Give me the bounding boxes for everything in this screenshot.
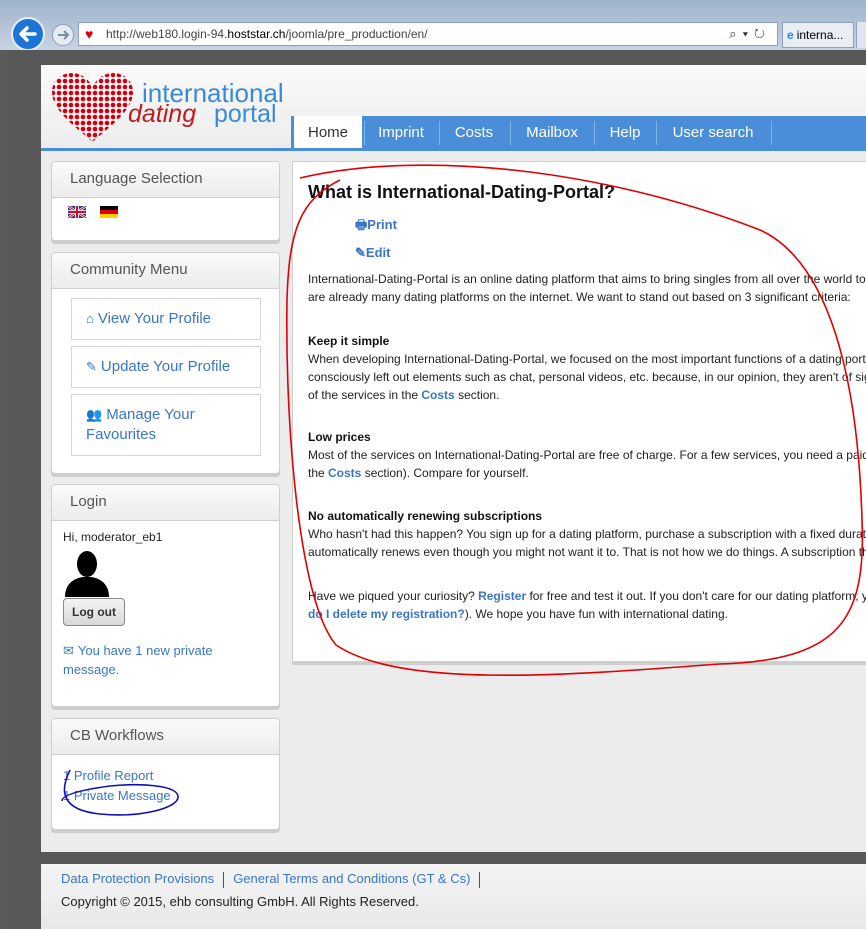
article-intro: International-Dating-Portal is an online… [308, 270, 866, 306]
german-flag-icon[interactable] [100, 206, 118, 218]
costs-link[interactable]: Costs [421, 388, 454, 402]
data-protection-link[interactable]: Data Protection Provisions [61, 871, 214, 886]
view-profile-button[interactable]: ⌂ View Your Profile [71, 298, 261, 340]
address-url: http://web180.login-94.hoststar.ch/jooml… [106, 27, 428, 41]
nav-home[interactable]: Home [294, 116, 362, 150]
new-message-text-2: message. [63, 662, 120, 677]
section-text: When developing International-Dating-Por… [308, 352, 866, 366]
section-text: automatically renews even though you mig… [308, 545, 866, 559]
intro-line-1: International-Dating-Portal is an online… [308, 272, 866, 286]
article-panel: What is International-Dating-Portal? 🖶Pr… [292, 161, 866, 662]
search-refresh-icon[interactable]: ⌕▾↻ [729, 23, 771, 45]
printer-icon: 🖶 [355, 217, 368, 232]
section-text: Most of the services on International-Da… [308, 448, 866, 462]
community-panel-title: Community Menu [52, 253, 279, 289]
update-profile-button[interactable]: ✎ Update Your Profile [71, 346, 261, 388]
site-favicon-icon: ♥ [85, 26, 94, 42]
section-text: of the services in the [308, 388, 422, 402]
heart-logo-icon [52, 73, 133, 142]
browser-tab[interactable]: e interna... [782, 22, 854, 48]
nav-divider [771, 121, 772, 145]
section-heading: Keep it simple [308, 334, 390, 348]
section-text: ). We hope you have fun with internation… [464, 607, 728, 621]
update-profile-label: Update Your Profile [100, 358, 231, 375]
main-nav: Home Imprint Costs Mailbox Help User sea… [291, 116, 866, 150]
community-panel: Community Menu ⌂ View Your Profile ✎ Updat… [51, 252, 280, 474]
login-greeting: Hi, moderator_eb1 [63, 530, 163, 544]
ie-icon: e [787, 28, 794, 42]
new-message-text: You have 1 new private [77, 643, 213, 658]
arrow-right-icon [58, 30, 70, 40]
section-simple: Keep it simple When developing Internati… [308, 332, 866, 404]
address-bar[interactable]: ♥ http://web180.login-94.hoststar.ch/joo… [78, 22, 778, 46]
browser-tab-2[interactable] [856, 22, 866, 48]
section-text: consciously left out elements such as ch… [308, 370, 866, 384]
edit-label: Edit [365, 245, 391, 260]
edit-icon: ✎ [355, 245, 366, 260]
nav-mailbox[interactable]: Mailbox [511, 116, 593, 150]
intro-line-2: are already many dating platforms on the… [308, 290, 851, 304]
home-icon: ⌂ [86, 311, 94, 326]
nav-costs[interactable]: Costs [440, 116, 508, 150]
section-closing: Have we piqued your curiosity? Register … [308, 587, 866, 623]
print-label: Print [367, 217, 397, 232]
avatar [65, 551, 109, 597]
nav-user-search[interactable]: User search [657, 116, 769, 150]
login-panel-title: Login [52, 485, 279, 521]
costs-link[interactable]: Costs [328, 466, 361, 480]
cb-workflows-panel: CB Workflows 1 Profile Report 1 Private … [51, 718, 280, 830]
cb-workflows-title: CB Workflows [52, 719, 279, 755]
language-panel-title: Language Selection [52, 162, 279, 198]
back-button[interactable] [11, 17, 45, 51]
logo-text-dating: dating [128, 100, 197, 128]
manage-favourites-button[interactable]: 👥 Manage Your Favourites [71, 394, 261, 456]
section-prices: Low prices Most of the services on Inter… [308, 428, 866, 482]
manage-favourites-label: Manage Your [106, 406, 195, 423]
edit-icon: ✎ [86, 359, 97, 374]
section-text: section). Compare for yourself. [361, 466, 529, 480]
arrow-left-icon [19, 26, 37, 42]
section-text: the [308, 466, 329, 480]
print-link[interactable]: 🖶Print [355, 216, 397, 238]
logout-button[interactable]: Log out [63, 598, 125, 626]
new-message-link[interactable]: ✉ You have 1 new private message. [63, 641, 213, 679]
article-title: What is International-Dating-Portal? [308, 182, 616, 202]
copyright-text: Copyright © 2015, ehb consulting GmbH. A… [61, 894, 419, 909]
footer-divider [223, 871, 225, 888]
envelope-icon: ✉ [63, 643, 74, 658]
login-panel: Login Hi, moderator_eb1 Log out ✉ You hav… [51, 484, 280, 707]
section-text: section. [454, 388, 500, 402]
nav-help[interactable]: Help [595, 116, 655, 150]
view-profile-label: View Your Profile [97, 310, 211, 327]
manage-favourites-label-2: Favourites [86, 426, 157, 443]
nav-underline [41, 148, 866, 151]
logo-text-portal: portal [214, 100, 277, 128]
section-heading: No automatically renewing subscriptions [308, 509, 543, 523]
uk-flag-icon[interactable] [68, 206, 86, 218]
terms-link[interactable]: General Terms and Conditions (GT & Cs) [233, 871, 470, 886]
footer-links: Data Protection Provisions General Terms … [61, 871, 489, 888]
private-message-link[interactable]: 1 Private Message [63, 788, 171, 803]
register-link[interactable]: Register [478, 589, 526, 603]
section-heading: Low prices [308, 430, 371, 444]
section-subscriptions: No automatically renewing subscriptions … [308, 507, 866, 561]
edit-link[interactable]: ✎Edit [355, 245, 390, 261]
section-text: for free and test it out. If you don't c… [526, 589, 866, 603]
nav-imprint[interactable]: Imprint [365, 116, 437, 150]
footer-divider [479, 871, 481, 888]
section-text: Have we piqued your curiosity? [308, 589, 479, 603]
users-icon: 👥 [86, 407, 103, 422]
language-panel: Language Selection [51, 161, 280, 241]
profile-report-link[interactable]: 1 Profile Report [63, 768, 153, 783]
tab-title: interna... [796, 28, 844, 42]
section-text: Who hasn't had this happen? You sign up … [308, 527, 866, 541]
forward-button[interactable] [52, 24, 74, 46]
delete-registration-link[interactable]: do I delete my registration? [308, 607, 465, 621]
